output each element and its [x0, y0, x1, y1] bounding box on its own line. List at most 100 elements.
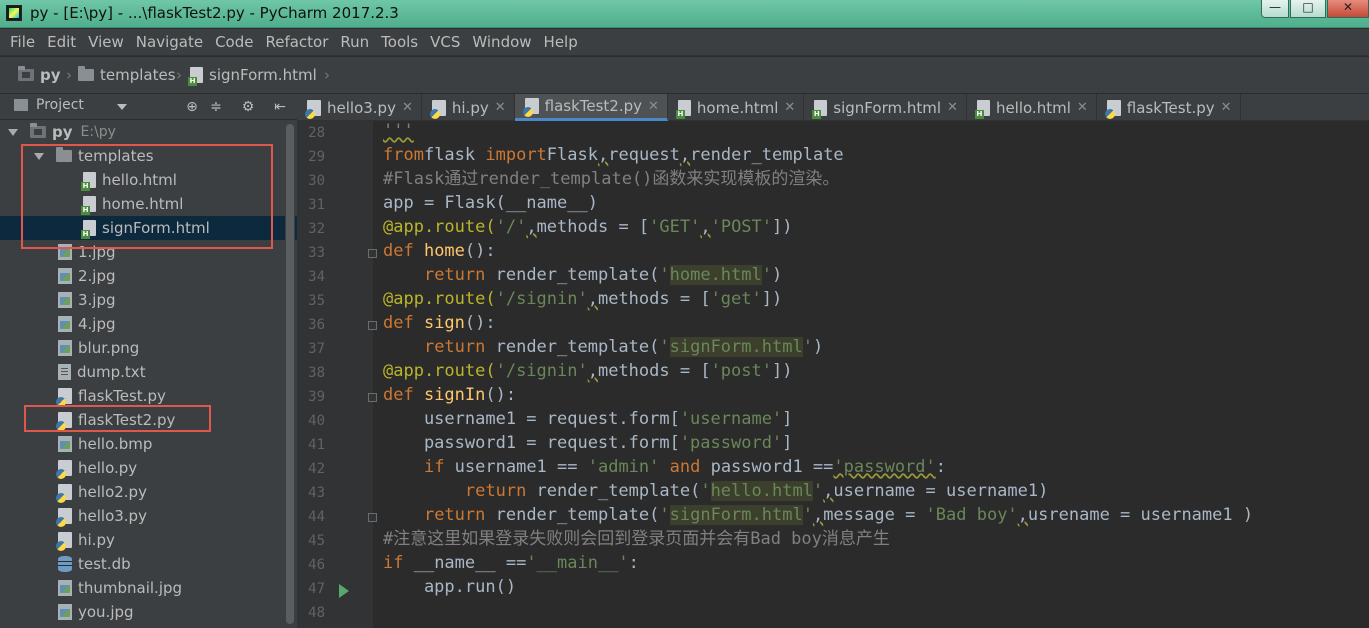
- menu-edit[interactable]: Edit: [41, 29, 82, 56]
- run-gutter-icon[interactable]: [339, 584, 349, 598]
- line-number: 43: [308, 485, 325, 501]
- editor-tab[interactable]: home.html ✕: [668, 94, 805, 121]
- project-scrollbar[interactable]: [285, 120, 295, 628]
- title-bar: py - [E:\py] - ...\flaskTest2.py - PyCha…: [0, 0, 1369, 28]
- close-tab-icon[interactable]: ✕: [495, 100, 506, 115]
- line-number: 33: [308, 245, 325, 261]
- tree-item[interactable]: py E:\py: [0, 120, 297, 144]
- img-icon: [58, 244, 72, 260]
- close-tab-icon[interactable]: ✕: [947, 100, 958, 115]
- minimize-button[interactable]: —: [1261, 0, 1289, 18]
- editor-tab[interactable]: hello.html ✕: [967, 94, 1097, 121]
- chevron-down-icon[interactable]: [117, 104, 127, 110]
- gear-icon[interactable]: ⚙: [240, 99, 256, 115]
- line-number: 39: [308, 389, 325, 405]
- tree-item-label: hello2.py: [78, 483, 147, 501]
- code-token: ,: [526, 217, 537, 237]
- breadcrumb-templates[interactable]: templates: [78, 66, 176, 84]
- close-tab-icon[interactable]: ✕: [1221, 100, 1232, 115]
- code-line: ''': [383, 121, 414, 143]
- tree-item[interactable]: templates: [0, 144, 297, 168]
- editor-tab[interactable]: hello3.py ✕: [297, 94, 422, 121]
- line-number: 36: [308, 317, 325, 333]
- editor-tab[interactable]: flaskTest.py ✕: [1097, 94, 1241, 121]
- code-token: home.html: [669, 265, 762, 285]
- code-token: @app.route(: [383, 361, 496, 381]
- menu-tools[interactable]: Tools: [375, 29, 424, 56]
- menu-vcs[interactable]: VCS: [424, 29, 466, 56]
- code-token: ': [761, 265, 772, 285]
- tree-item[interactable]: test.db: [0, 552, 297, 576]
- code-line: def sign():: [383, 311, 496, 335]
- code-token: ,: [587, 361, 598, 381]
- tree-item[interactable]: hi.py: [0, 528, 297, 552]
- tree-item[interactable]: thumbnail.jpg: [0, 576, 297, 600]
- close-tab-icon[interactable]: ✕: [648, 99, 659, 114]
- tree-item[interactable]: 4.jpg: [0, 312, 297, 336]
- tree-item[interactable]: 2.jpg: [0, 264, 297, 288]
- maximize-button[interactable]: □: [1290, 0, 1326, 18]
- tree-item[interactable]: hello2.py: [0, 480, 297, 504]
- menu-run[interactable]: Run: [334, 29, 375, 56]
- python-file-icon: [429, 99, 446, 119]
- code-token: ]: [782, 409, 793, 429]
- code-token: import: [485, 145, 547, 165]
- tree-item[interactable]: 3.jpg: [0, 288, 297, 312]
- line-number: 34: [308, 269, 325, 285]
- menu-navigate[interactable]: Navigate: [130, 29, 209, 56]
- breadcrumb-py[interactable]: py: [18, 66, 61, 84]
- tree-item[interactable]: flaskTest2.py: [0, 408, 297, 432]
- tree-item[interactable]: hello.html: [0, 168, 297, 192]
- project-view-selector[interactable]: Project: [14, 97, 84, 113]
- menu-refactor[interactable]: Refactor: [259, 29, 334, 56]
- close-tab-icon[interactable]: ✕: [784, 100, 795, 115]
- tree-item[interactable]: hello3.py: [0, 504, 297, 528]
- code-view[interactable]: ''' fromflask importFlask,request,render_…: [383, 121, 1369, 628]
- python-file-icon: [522, 98, 539, 117]
- chevron-down-icon[interactable]: [34, 152, 44, 160]
- window-title: py - [E:\py] - ...\flaskTest2.py - PyCha…: [30, 4, 399, 22]
- menu-window[interactable]: Window: [466, 29, 537, 56]
- menu-code[interactable]: Code: [209, 29, 259, 56]
- tree-item-label: hello.py: [78, 459, 138, 477]
- tree-item[interactable]: you.jpg: [0, 600, 297, 624]
- menu-help[interactable]: Help: [538, 29, 584, 56]
- code-token: ]: [782, 433, 793, 453]
- tree-item[interactable]: blur.png: [0, 336, 297, 360]
- tree-item-label: templates: [78, 147, 154, 165]
- fold-marker-icon[interactable]: [368, 513, 377, 522]
- tree-item[interactable]: flaskTest.py: [0, 384, 297, 408]
- tree-item[interactable]: home.html: [0, 192, 297, 216]
- py-icon: [56, 484, 72, 503]
- breadcrumb-signform[interactable]: signForm.html: [188, 66, 317, 86]
- code-token: '__main__': [526, 553, 629, 573]
- line-number: 42: [308, 461, 325, 477]
- img-icon: [58, 580, 72, 596]
- editor-tab[interactable]: flaskTest2.py ✕: [514, 94, 668, 121]
- close-tab-icon[interactable]: ✕: [1077, 100, 1088, 115]
- editor-tab[interactable]: signForm.html ✕: [804, 94, 967, 121]
- tree-item[interactable]: hello.py: [0, 456, 297, 480]
- close-button[interactable]: ✕: [1327, 0, 1369, 18]
- menu-file[interactable]: File: [0, 29, 41, 56]
- tree-item[interactable]: dump.txt: [0, 360, 297, 384]
- tree-item[interactable]: signForm.html: [0, 216, 297, 240]
- chevron-down-icon[interactable]: [8, 128, 18, 136]
- menu-view[interactable]: View: [82, 29, 130, 56]
- tree-item[interactable]: 1.jpg: [0, 240, 297, 264]
- fold-marker-icon[interactable]: [368, 249, 377, 258]
- locate-icon[interactable]: ⊕: [184, 99, 200, 115]
- scrollbar-thumb[interactable]: [286, 124, 294, 624]
- collapse-all-icon[interactable]: ≑: [208, 99, 224, 115]
- code-token: __name__ ==: [413, 553, 527, 573]
- code-token: render_template: [690, 145, 844, 165]
- editor-tab[interactable]: hi.py ✕: [422, 94, 515, 121]
- html-icon: [81, 196, 96, 215]
- code-line: return render_template('hello.html',user…: [383, 479, 1048, 503]
- fold-marker-icon[interactable]: [368, 321, 377, 330]
- fold-marker-icon[interactable]: [368, 393, 377, 402]
- hide-panel-icon[interactable]: ⇤: [272, 99, 288, 115]
- tree-item[interactable]: hello.bmp: [0, 432, 297, 456]
- tree-item-label: flaskTest2.py: [78, 411, 176, 429]
- close-tab-icon[interactable]: ✕: [402, 100, 413, 115]
